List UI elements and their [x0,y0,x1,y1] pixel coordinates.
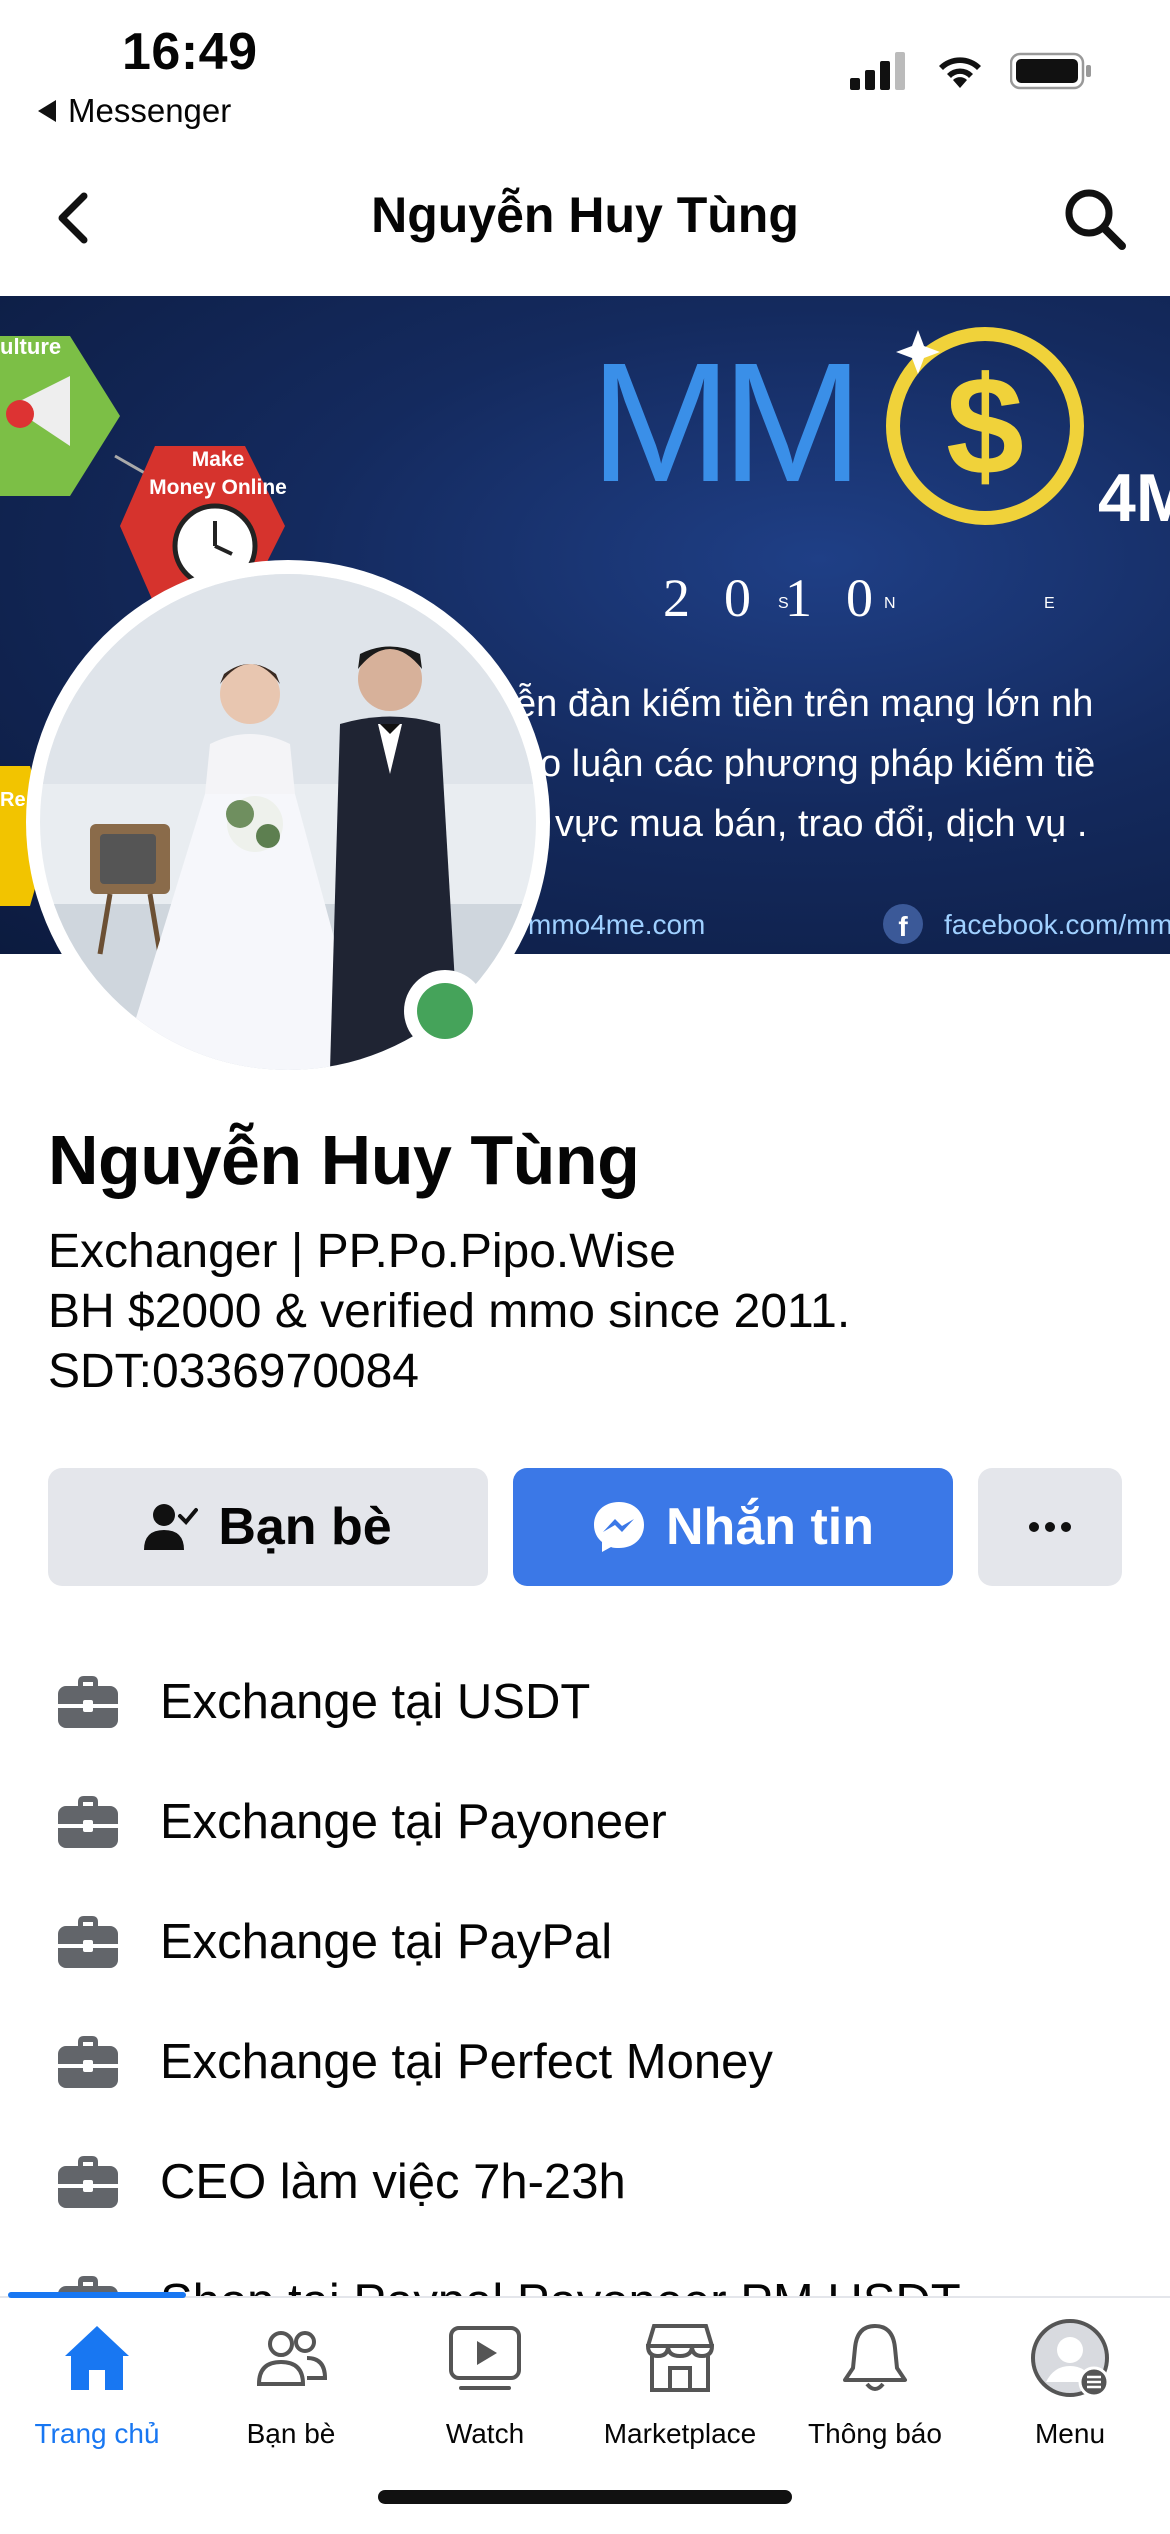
briefcase-icon [58,1916,118,1968]
online-status-indicator [404,970,486,1052]
logo-dollar: $ [946,347,1024,504]
briefcase-icon [58,2156,118,2208]
tab-home[interactable]: Trang chủ [2,2318,192,2450]
back-app-label: Messenger [68,92,232,129]
friend-check-icon [144,1504,199,1550]
tab-label: Watch [445,2418,525,2449]
bio-line-2: BH $2000 & verified mmo since 2011. [48,1285,851,1338]
tab-watch[interactable]: Watch [390,2318,580,2450]
briefcase-icon [58,2036,118,2088]
briefcase-icon [58,1676,118,1728]
info-item: CEO làm việc 7h-23h [56,2142,626,2222]
logo-m1: MM [590,328,853,518]
menu-avatar-icon [1031,2319,1110,2398]
messenger-icon [594,1502,644,1552]
bio-line-1: Exchanger | PP.Po.Pipo.Wise [48,1225,676,1278]
back-triangle-icon [38,100,56,122]
back-to-messenger[interactable]: Messenger [38,92,231,130]
search-icon[interactable] [1062,186,1128,252]
status-time: 16:49 [122,23,258,81]
message-button[interactable]: Nhắn tin [513,1468,953,1586]
info-item: Exchange tại Perfect Money [56,2022,773,2102]
info-item-text: Exchange tại Perfect Money [160,2035,773,2089]
home-indicator [378,2490,792,2504]
battery-icon [1010,52,1091,90]
year-letter-n: N [884,595,896,612]
make-text: Make [192,448,245,471]
year-letter-s: S [778,595,789,612]
cellular-signal-icon [850,52,905,90]
friends-button[interactable]: Bạn bè [48,1468,488,1586]
tab-friends[interactable]: Bạn bè [196,2318,386,2450]
header-title: Nguyễn Huy Tùng [371,187,799,243]
tab-marketplace[interactable]: Marketplace [585,2318,775,2450]
info-item: Exchange tại PayPal [56,1902,612,1982]
tab-notifications[interactable]: Thông báo [780,2318,970,2450]
bell-icon [843,2324,907,2391]
wifi-icon [939,57,981,88]
tab-label: Menu [1034,2418,1106,2449]
more-options-button[interactable] [978,1468,1122,1586]
friends-icon [256,2331,328,2386]
money-online-text: Money Online [149,476,287,499]
marketplace-icon [645,2324,715,2392]
watch-icon [449,2326,521,2390]
svg-text:f: f [898,911,908,942]
cover-facebook: facebook.com/mm [944,909,1170,940]
profile-name: Nguyễn Huy Tùng [48,1121,640,1199]
tab-label: Thông báo [808,2418,942,2449]
cover-line-3: vực mua bán, trao đổi, dịch vụ . [555,803,1087,845]
briefcase-icon [58,1796,118,1848]
cover-website: mmo4me.com [528,909,705,940]
tab-label: Marketplace [603,2418,757,2449]
info-item-text: Exchange tại Payoneer [160,1795,667,1849]
year-letter-e: E [1044,595,1055,612]
home-icon [65,2326,129,2390]
message-button-label: Nhắn tin [666,1498,874,1556]
more-dots-icon [1029,1522,1071,1532]
status-icons [850,52,1092,90]
info-item: Exchange tại USDT [56,1662,590,1742]
culture-text: ulture [0,334,61,359]
bio-line-3: SDT:0336970084 [48,1345,419,1398]
info-item-text: Exchange tại PayPal [160,1915,613,1969]
tab-label: Trang chủ [34,2418,160,2449]
tab-label: Bạn bè [246,2418,336,2449]
tab-menu[interactable]: Menu [975,2318,1165,2450]
culture-badge: ulture [0,334,120,496]
info-item-text: CEO làm việc 7h-23h [160,2155,626,2209]
cover-line-1: ễn đàn kiếm tiền trên mạng lớn nh [515,682,1093,725]
info-item-text: Exchange tại USDT [160,1675,591,1729]
info-item: Exchange tại Payoneer [56,1782,667,1862]
cover-line-2: o luận các phương pháp kiếm tiề [540,743,1095,785]
friends-button-label: Bạn bè [218,1498,392,1556]
active-tab-indicator [8,2292,186,2298]
re-text: Re [0,789,26,811]
logo-suffix: 4M [1098,460,1170,536]
